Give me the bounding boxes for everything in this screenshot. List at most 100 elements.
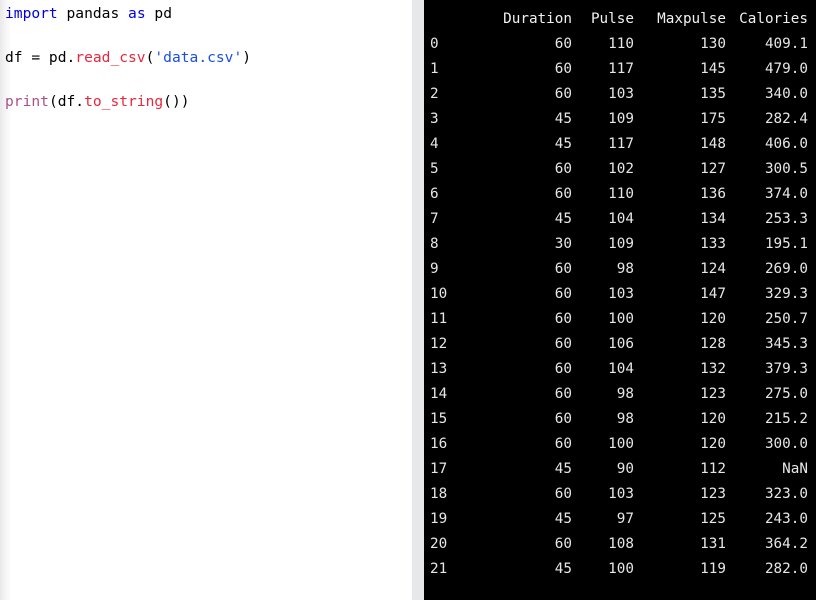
cell-index: 10 (430, 286, 448, 302)
cell-index: 7 (430, 211, 439, 227)
cell-duration: 60 (554, 386, 572, 402)
code-block[interactable]: import pandas as pd df = pd.read_csv('dat… (5, 3, 405, 135)
cell-index: 0 (430, 36, 439, 52)
cell-maxpulse: 123 (700, 486, 726, 502)
table-row: 9 60 98 124 269.0 (424, 257, 816, 282)
cell-maxpulse: 119 (700, 561, 726, 577)
code-token-plain: ) (242, 49, 252, 66)
table-row: 7 45 104 134 253.3 (424, 207, 816, 232)
code-token-plain: ()) (163, 93, 190, 110)
cell-calories: 243.0 (764, 511, 808, 527)
cell-index: 4 (430, 136, 439, 152)
table-row: 0 60 110 130 409.1 (424, 32, 816, 57)
cell-pulse: 98 (616, 386, 634, 402)
table-row: 16 60 100 120 300.0 (424, 432, 816, 457)
code-token-plain: pandas (66, 5, 120, 22)
cell-maxpulse: 127 (700, 161, 726, 177)
cell-maxpulse: 120 (700, 411, 726, 427)
cell-pulse: 104 (608, 361, 634, 377)
cell-maxpulse: 120 (700, 311, 726, 327)
code-token-function: read_csv (75, 49, 146, 66)
terminal-dataframe-table: Duration Pulse Maxpulse Calories 0 60 110 130 40… (424, 7, 816, 582)
cell-duration: 30 (554, 236, 572, 252)
cell-pulse: 103 (608, 286, 634, 302)
cell-duration: 45 (554, 211, 572, 227)
cell-index: 14 (430, 386, 448, 402)
pane-divider[interactable] (412, 0, 424, 600)
cell-index: 16 (430, 436, 448, 452)
cell-calories: 250.7 (764, 311, 808, 327)
code-token-plain: df = pd. (5, 49, 76, 66)
cell-pulse: 98 (616, 411, 634, 427)
cell-maxpulse: 112 (700, 461, 726, 477)
table-row: 2 60 103 135 340.0 (424, 82, 816, 107)
code-token-plain: pd (154, 5, 172, 22)
cell-index: 18 (430, 486, 448, 502)
cell-maxpulse: 123 (700, 386, 726, 402)
cell-pulse: 109 (608, 111, 634, 127)
table-row: 5 60 102 127 300.5 (424, 157, 816, 182)
table-row: 21 45 100 119 282.0 (424, 557, 816, 582)
cell-index: 6 (430, 186, 439, 202)
cell-calories: 282.4 (764, 111, 808, 127)
cell-calories: NaN (782, 461, 808, 477)
cell-maxpulse: 175 (700, 111, 726, 127)
cell-index: 9 (430, 261, 439, 277)
cell-calories: 340.0 (764, 86, 808, 102)
cell-maxpulse: 135 (700, 86, 726, 102)
cell-duration: 60 (554, 261, 572, 277)
cell-calories: 406.0 (764, 136, 808, 152)
table-row: 11 60 100 120 250.7 (424, 307, 816, 332)
cell-duration: 60 (554, 61, 572, 77)
table-row: 1 60 117 145 479.0 (424, 57, 816, 82)
table-row: 12 60 106 128 345.3 (424, 332, 816, 357)
cell-duration: 60 (554, 336, 572, 352)
cell-index: 8 (430, 236, 439, 252)
terminal-output-pane[interactable]: Duration Pulse Maxpulse Calories 0 60 110 130 40… (424, 0, 816, 600)
cell-pulse: 109 (608, 236, 634, 252)
cell-calories: 329.3 (764, 286, 808, 302)
table-row: 14 60 98 123 275.0 (424, 382, 816, 407)
cell-maxpulse: 147 (700, 286, 726, 302)
code-editor-pane[interactable]: import pandas as pd df = pd.read_csv('dat… (0, 0, 412, 600)
cell-duration: 60 (554, 86, 572, 102)
cell-calories: 374.0 (764, 186, 808, 202)
cell-duration: 60 (554, 36, 572, 52)
cell-calories: 215.2 (764, 411, 808, 427)
cell-calories: 282.0 (764, 561, 808, 577)
cell-maxpulse: 132 (700, 361, 726, 377)
code-token-keyword: import (5, 5, 58, 22)
cell-pulse: 103 (608, 86, 634, 102)
cell-index: 19 (430, 511, 448, 527)
code-token-builtin: print (5, 93, 49, 110)
cell-maxpulse: 148 (700, 136, 726, 152)
cell-index: 2 (430, 86, 439, 102)
cell-calories: 323.0 (764, 486, 808, 502)
cell-maxpulse: 124 (700, 261, 726, 277)
cell-index: 21 (430, 561, 448, 577)
code-token-string: 'data.csv' (154, 49, 243, 66)
cell-pulse: 104 (608, 211, 634, 227)
cell-calories: 300.0 (764, 436, 808, 452)
cell-pulse: 110 (608, 36, 634, 52)
cell-pulse: 90 (616, 461, 634, 477)
table-row: 4 45 117 148 406.0 (424, 132, 816, 157)
table-row: 20 60 108 131 364.2 (424, 532, 816, 557)
cell-duration: 45 (554, 136, 572, 152)
column-header-maxpulse: Maxpulse (657, 11, 726, 27)
cell-calories: 479.0 (764, 61, 808, 77)
code-token-keyword: as (128, 5, 146, 22)
cell-duration: 60 (554, 436, 572, 452)
column-header-calories: Calories (739, 11, 808, 27)
cell-duration: 60 (554, 536, 572, 552)
table-row: 8 30 109 133 195.1 (424, 232, 816, 257)
cell-maxpulse: 134 (700, 211, 726, 227)
table-header-row: Duration Pulse Maxpulse Calories (424, 7, 816, 32)
table-row: 15 60 98 120 215.2 (424, 407, 816, 432)
cell-maxpulse: 120 (700, 436, 726, 452)
cell-calories: 275.0 (764, 386, 808, 402)
column-header-index (424, 7, 486, 32)
cell-index: 12 (430, 336, 448, 352)
cell-pulse: 103 (608, 486, 634, 502)
